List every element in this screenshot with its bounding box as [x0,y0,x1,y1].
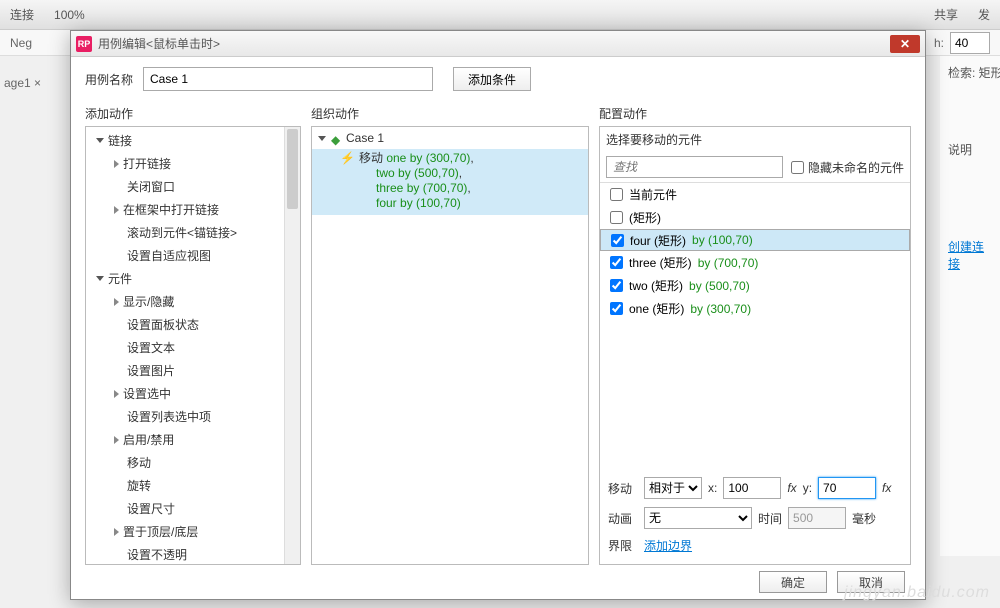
chevron-right-icon [114,160,119,168]
chevron-down-icon [96,276,104,281]
x-input[interactable] [723,477,781,499]
move-label: 移动 [608,480,638,497]
fx-y[interactable]: fx [882,481,891,495]
widget-checkbox[interactable] [610,302,623,315]
tree-item[interactable]: 打开链接 [86,152,300,175]
tree-item[interactable]: 显示/隐藏 [86,290,300,313]
tree-item[interactable]: 置于顶层/底层 [86,520,300,543]
tree-item[interactable]: 元件 [86,267,300,290]
widget-row[interactable]: one (矩形) by (300,70) [600,297,910,320]
case-node[interactable]: ◆ Case 1 [312,127,588,149]
chevron-right-icon [114,528,119,536]
widget-row[interactable]: two (矩形) by (500,70) [600,274,910,297]
widget-row[interactable]: 当前元件 [600,183,910,206]
tree-item[interactable]: 关闭窗口 [86,175,300,198]
scrollbar[interactable] [284,127,300,564]
right-panel: 检索: 矩形 说明 创建连接 [940,56,1000,556]
col3-title: 配置动作 [599,101,911,126]
chevron-down-icon [318,136,326,141]
bounds-label: 界限 [608,537,638,554]
chevron-right-icon [114,298,119,306]
widget-checkbox[interactable] [610,188,623,201]
lightning-icon: ⚡ [340,151,355,165]
y-input[interactable] [818,477,876,499]
toolbar-share[interactable]: 共享 [934,6,958,23]
rp-icon: RP [76,36,92,52]
case-name-label: 用例名称 [85,71,133,88]
tree-item[interactable]: 设置文本 [86,336,300,359]
widget-checkbox[interactable] [610,256,623,269]
tree-item[interactable]: 启用/禁用 [86,428,300,451]
close-icon[interactable]: ✕ [890,35,920,53]
tree-item[interactable]: 旋转 [86,474,300,497]
fx-x[interactable]: fx [787,481,796,495]
tree-item[interactable]: 在框架中打开链接 [86,198,300,221]
tree-item[interactable]: 设置面板状态 [86,313,300,336]
dialog-title: 用例编辑<鼠标单击时> [98,35,890,52]
chevron-right-icon [114,436,119,444]
tree-item[interactable]: 设置选中 [86,382,300,405]
anim-select[interactable]: 无 [644,507,752,529]
dialog-titlebar[interactable]: RP 用例编辑<鼠标单击时> ✕ [71,31,925,57]
hide-unnamed-checkbox[interactable]: 隐藏未命名的元件 [791,159,904,176]
toolbar-zoom[interactable]: 100% [54,8,85,22]
ms-label: 毫秒 [852,510,876,527]
col2-title: 组织动作 [311,101,589,126]
tree-item[interactable]: 滚动到元件<锚链接> [86,221,300,244]
widget-row[interactable]: three (矩形) by (700,70) [600,251,910,274]
toolbar-connect[interactable]: 连接 [10,6,34,23]
y-label: y: [803,481,812,495]
col1-title: 添加动作 [85,101,301,126]
neg-label: Neg [10,36,32,50]
tree-item[interactable]: 设置列表选中项 [86,405,300,428]
move-action-block[interactable]: ⚡移动 one by (300,70), two by (500,70), th… [312,149,588,215]
time-input [788,507,846,529]
case-node-label: Case 1 [346,131,384,145]
widget-checkbox[interactable] [610,279,623,292]
case-name-input[interactable] [143,67,433,91]
ok-button[interactable]: 确定 [759,571,827,593]
page-tab[interactable]: age1 × [4,76,41,90]
case-icon: ◆ [331,133,341,143]
chevron-down-icon [96,138,104,143]
toolbar-publish[interactable]: 发 [978,6,990,23]
widget-checkbox[interactable] [610,211,623,224]
move-type-select[interactable]: 相对于 [644,477,702,499]
chevron-right-icon [114,206,119,214]
widget-checkbox[interactable] [611,234,624,247]
app-toolbar: 连接 100% 共享 发 [0,0,1000,30]
case-editor-dialog: RP 用例编辑<鼠标单击时> ✕ 用例名称 添加条件 添加动作 链接打开链接关闭… [70,30,926,600]
widget-row[interactable]: (矩形) [600,206,910,229]
select-widget-label: 选择要移动的元件 [600,127,910,152]
tree-item[interactable]: 链接 [86,129,300,152]
h-input[interactable] [950,32,990,54]
create-link[interactable]: 创建连接 [948,238,992,272]
tree-item[interactable]: 移动 [86,451,300,474]
tree-item[interactable]: 设置自适应视图 [86,244,300,267]
h-label: h: [934,36,944,50]
time-label: 时间 [758,510,782,527]
cancel-button[interactable]: 取消 [837,571,905,593]
add-condition-button[interactable]: 添加条件 [453,67,531,91]
x-label: x: [708,481,717,495]
search-input[interactable] [606,156,783,178]
config-panel: 选择要移动的元件 隐藏未命名的元件 当前元件(矩形)four (矩形) by (… [599,126,911,565]
desc-label: 说明 [948,141,992,158]
chevron-right-icon [114,390,119,398]
anim-label: 动画 [608,510,638,527]
widget-row[interactable]: four (矩形) by (100,70) [600,229,910,251]
tree-item[interactable]: 设置不透明 [86,543,300,565]
tree-item[interactable]: 设置尺寸 [86,497,300,520]
add-bounds-link[interactable]: 添加边界 [644,537,692,554]
organize-panel: ◆ Case 1 ⚡移动 one by (300,70), two by (50… [311,126,589,565]
actions-tree-panel: 链接打开链接关闭窗口在框架中打开链接滚动到元件<锚链接>设置自适应视图元件显示/… [85,126,301,565]
tree-item[interactable]: 设置图片 [86,359,300,382]
filter-label: 检索: 矩形 [948,64,992,81]
